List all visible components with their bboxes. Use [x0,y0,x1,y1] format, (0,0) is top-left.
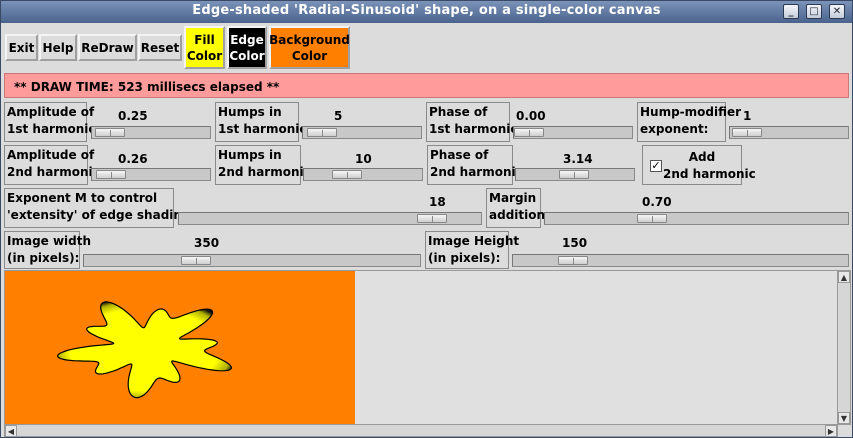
humps1-value: 5 [334,109,343,123]
slider-thumb[interactable] [95,128,126,137]
amp2-label: Amplitude of 2nd harmonic: [4,145,105,185]
amp2-value: 0.26 [118,152,148,166]
margin-label: Margin addition: [486,188,550,228]
slider-thumb[interactable] [181,256,212,265]
slider-thumb[interactable] [332,170,363,179]
margin-value: 0.70 [642,195,672,209]
exponent-m-value: 18 [429,195,446,209]
phase2-label: Phase of 2nd harmonic: [427,145,528,185]
canvas-area[interactable] [4,270,838,425]
humps1-label: Humps in 1st harmonic: [215,102,311,142]
fill-color-label-1: Fill [194,32,215,47]
horizontal-scrollbar[interactable]: ◀ ▶ [4,424,838,437]
edge-color-button[interactable]: Edge Color [227,26,267,69]
slider-thumb[interactable] [96,170,127,179]
image-height-label: Image Height (in pixels): [425,231,519,269]
slider-thumb[interactable] [514,128,544,137]
add-2nd-harmonic-checkbox[interactable]: ✓ Add 2nd harmonic [642,145,756,185]
edge-color-label-2: Color [229,48,265,63]
help-button[interactable]: Help [39,34,77,61]
slider-thumb[interactable] [637,214,668,223]
image-width-value: 350 [194,236,220,250]
image-width-slider[interactable] [83,254,421,267]
window-title: Edge-shaded 'Radial-Sinusoid' shape, on … [192,3,661,18]
phase1-slider[interactable] [513,126,633,139]
redraw-button[interactable]: ReDraw [78,34,137,61]
phase1-value: 0.00 [516,109,546,123]
exponent-m-label: Exponent M to control 'extensity' of edg… [4,188,195,228]
background-color-button[interactable]: Background Color [269,26,350,69]
phase2-slider[interactable] [515,168,635,181]
phase1-label: Phase of 1st harmonic: [426,102,522,142]
background-color-label-2: Color [291,48,328,63]
exponent-m-slider[interactable] [178,212,482,225]
background-color-label-1: Background [269,32,350,47]
slider-thumb[interactable] [416,214,447,223]
exit-button[interactable]: Exit [5,34,38,61]
image-width-label: Image width (in pixels): [4,231,91,269]
maximize-button[interactable]: □ [806,4,822,19]
slider-thumb[interactable] [307,128,338,137]
scroll-right-icon[interactable]: ▶ [825,425,837,437]
amp1-label: Amplitude of 1st harmonic: [4,102,100,142]
image-height-value: 150 [562,236,588,250]
amp2-slider[interactable] [91,168,211,181]
humps2-label: Humps in 2nd harmonic: [215,145,316,185]
title-bar[interactable]: Edge-shaded 'Radial-Sinusoid' shape, on … [1,1,852,23]
slider-thumb[interactable] [731,128,762,137]
close-button[interactable]: ✕ [829,4,845,19]
reset-button[interactable]: Reset [138,34,182,61]
add-2nd-harmonic-label: Add 2nd harmonic [663,150,756,181]
shape-canvas [5,271,355,424]
hump-modifier-value: 1 [743,109,752,123]
scroll-up-icon[interactable]: ▲ [838,271,850,283]
edge-color-label-1: Edge [230,32,264,47]
hump-modifier-label: Hump-modifier exponent: [637,102,741,142]
slider-thumb[interactable] [558,256,589,265]
humps2-value: 10 [355,152,372,166]
humps1-slider[interactable] [302,126,422,139]
phase2-value: 3.14 [563,152,593,166]
minimize-button[interactable]: _ [783,4,799,19]
draw-time-status: ** DRAW TIME: 523 millisecs elapsed ** [4,73,849,98]
checkmark-icon[interactable]: ✓ [650,160,662,172]
hump-modifier-slider[interactable] [729,126,849,139]
vertical-scrollbar[interactable]: ▲ ▼ [837,270,851,425]
image-height-slider[interactable] [512,254,849,267]
fill-color-label-2: Color [186,48,223,63]
scroll-down-icon[interactable]: ▼ [838,412,850,424]
app-window: Edge-shaded 'Radial-Sinusoid' shape, on … [0,0,853,438]
amp1-slider[interactable] [91,126,211,139]
slider-thumb[interactable] [559,170,589,179]
amp1-value: 0.25 [118,109,148,123]
scroll-left-icon[interactable]: ◀ [5,425,17,437]
humps2-slider[interactable] [303,168,423,181]
margin-slider[interactable] [544,212,849,225]
fill-color-button[interactable]: Fill Color [184,26,225,69]
